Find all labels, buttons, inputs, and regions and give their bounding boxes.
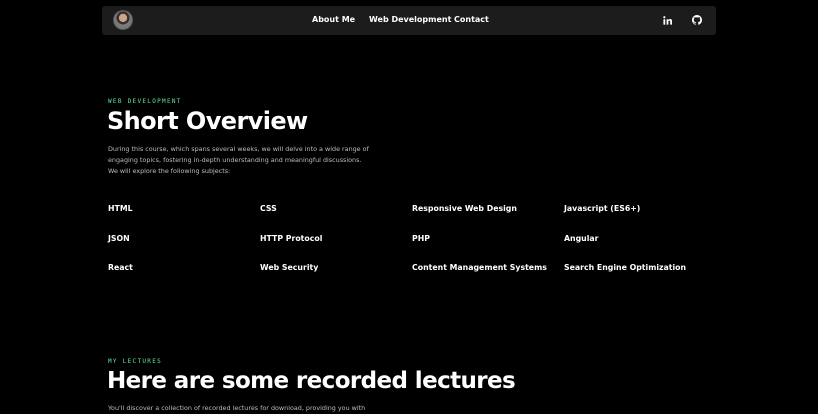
topic-item: JSON <box>108 234 130 243</box>
lectures-eyebrow: MY LECTURES <box>108 358 163 365</box>
topic-item: Content Management Systems <box>412 263 547 272</box>
nav-link-web-development[interactable]: Web Development <box>369 15 451 25</box>
overview-description-line: engaging topics, fostering in-depth unde… <box>108 156 362 164</box>
topic-item: Responsive Web Design <box>412 204 517 213</box>
nav-links: About Me Web Development Contact <box>102 6 716 35</box>
topic-item: CSS <box>260 204 277 213</box>
topic-item: Javascript (ES6+) <box>564 204 641 213</box>
topic-item: React <box>108 263 133 272</box>
linkedin-icon[interactable] <box>661 14 673 26</box>
overview-eyebrow: WEB DEVELOPMENT <box>108 98 182 105</box>
top-navbar: About Me Web Development Contact <box>102 6 716 35</box>
overview-description-line: During this course, which spans several … <box>108 145 369 153</box>
lectures-description-line: You'll discover a collection of recorded… <box>108 404 366 412</box>
nav-link-about-me[interactable]: About Me <box>312 15 355 25</box>
topic-item: HTTP Protocol <box>260 234 323 243</box>
topic-item: Angular <box>564 234 599 243</box>
topic-item: HTML <box>108 204 133 213</box>
overview-description: During this course, which spans several … <box>108 144 378 177</box>
topic-item: PHP <box>412 234 430 243</box>
github-icon[interactable] <box>691 14 703 26</box>
topic-item: Search Engine Optimization <box>564 263 687 272</box>
lectures-title: Here are some recorded lectures <box>107 368 516 394</box>
nav-link-contact[interactable]: Contact <box>454 15 489 25</box>
lectures-description: You'll discover a collection of recorded… <box>108 403 508 414</box>
overview-title: Short Overview <box>107 107 308 135</box>
topic-item: Web Security <box>260 263 319 272</box>
overview-description-line: We will explore the following subjects: <box>108 167 231 175</box>
